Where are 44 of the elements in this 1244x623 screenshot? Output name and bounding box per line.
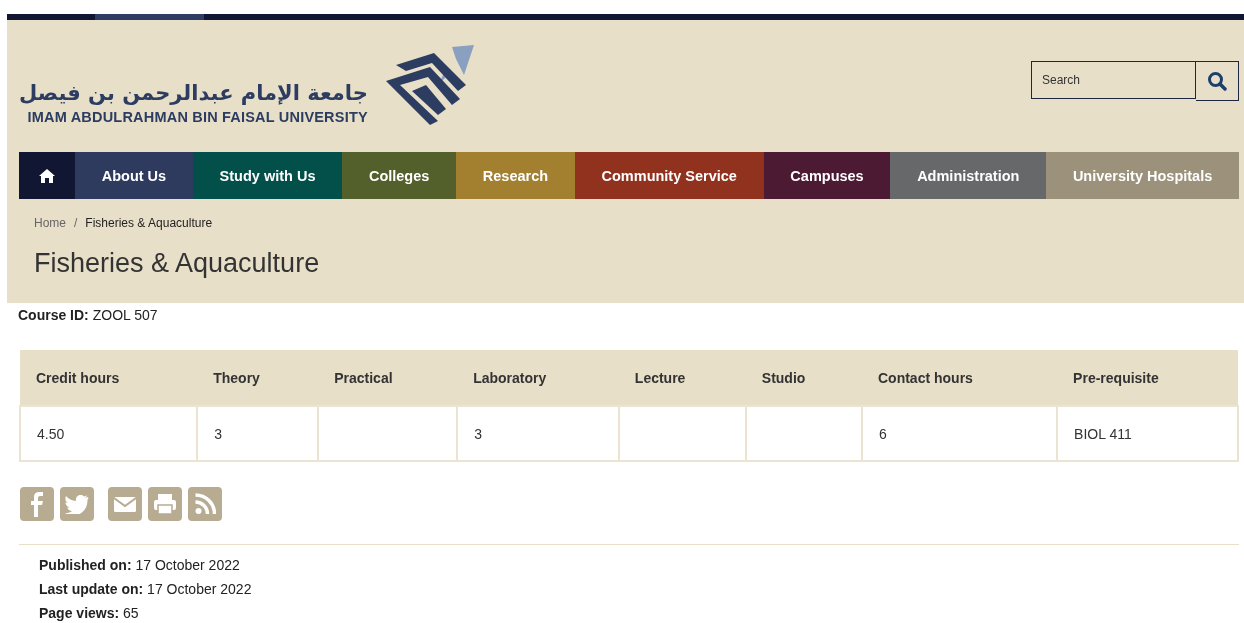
bird-icon bbox=[65, 494, 89, 514]
printer-icon bbox=[154, 493, 176, 515]
home-nav-item[interactable] bbox=[19, 152, 75, 199]
table-cell: 3 bbox=[197, 406, 319, 461]
print-button[interactable] bbox=[148, 487, 182, 521]
facebook-share-button[interactable] bbox=[20, 487, 54, 521]
nav-item[interactable]: Research bbox=[456, 152, 575, 199]
table-cell: BIOL 411 bbox=[1057, 406, 1238, 461]
meta-info: Published on: 17 October 2022 bbox=[39, 556, 241, 575]
breadcrumb-separator: / bbox=[74, 216, 78, 230]
home-icon bbox=[39, 168, 55, 183]
column-header: Pre-requisite bbox=[1057, 350, 1238, 406]
search-icon bbox=[1207, 71, 1227, 91]
nav-item[interactable]: Community Service bbox=[574, 152, 764, 199]
table-cell: 6 bbox=[862, 406, 1058, 461]
twitter-share-button[interactable] bbox=[60, 487, 94, 521]
meta-info: Last update on: 17 October 2022 bbox=[39, 580, 253, 599]
nav-item[interactable]: Colleges bbox=[342, 152, 457, 199]
nav-item[interactable]: Study with Us bbox=[192, 152, 343, 199]
column-header: Contact hours bbox=[862, 350, 1058, 406]
nav-item[interactable]: Administration bbox=[890, 152, 1047, 199]
course-id: Course ID: ZOOL 507 bbox=[18, 307, 159, 323]
rss-icon bbox=[194, 493, 216, 515]
column-header: Credit hours bbox=[20, 350, 198, 406]
search-button[interactable] bbox=[1196, 61, 1239, 101]
table-cell: 3 bbox=[457, 406, 619, 461]
table-cell: 4.50 bbox=[20, 406, 198, 461]
page-title: Fisheries & Aquaculture bbox=[34, 248, 321, 279]
envelope-icon bbox=[114, 496, 136, 512]
university-name: IMAM ABDULRAHMAN BIN FAISAL UNIVERSITY bbox=[27, 109, 368, 125]
column-header: Theory bbox=[197, 350, 319, 406]
breadcrumb-link[interactable]: Fisheries & Aquaculture bbox=[85, 216, 213, 230]
breadcrumb-link[interactable]: Home bbox=[34, 216, 66, 230]
university-name-arabic: جامعة الإمام عبدالرحمن بن فيصل bbox=[19, 79, 368, 107]
column-header: Practical bbox=[318, 350, 458, 406]
rss-feed-button[interactable] bbox=[188, 487, 222, 521]
meta-info: Page views: 65 bbox=[39, 604, 140, 623]
email-share-button[interactable] bbox=[108, 487, 142, 521]
letter-f-icon bbox=[31, 491, 43, 517]
nav-item[interactable]: About Us bbox=[75, 152, 193, 199]
column-header: Laboratory bbox=[457, 350, 619, 406]
column-header: Lecture bbox=[618, 350, 746, 406]
nav-item[interactable]: Campuses bbox=[763, 152, 891, 199]
column-header: Studio bbox=[745, 350, 862, 406]
